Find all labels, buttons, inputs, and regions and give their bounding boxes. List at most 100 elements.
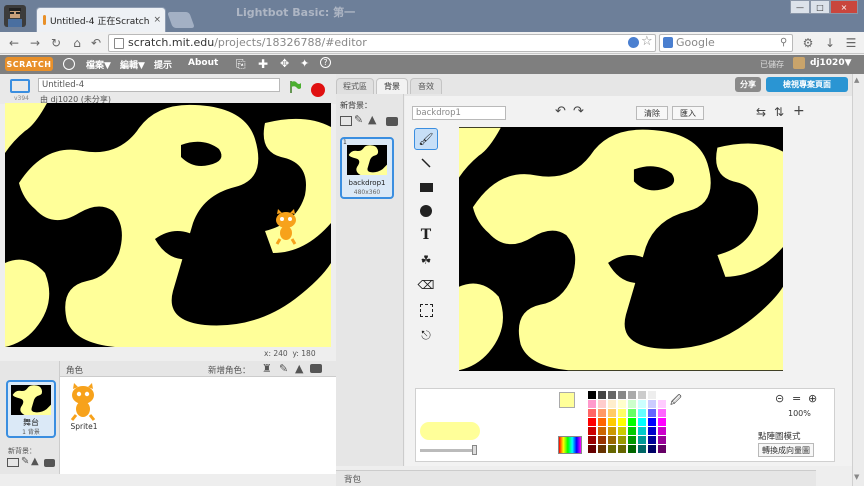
user-folder-icon[interactable] bbox=[793, 57, 805, 69]
zoom-in-icon[interactable]: ⊕ bbox=[808, 392, 817, 405]
camera-backdrop-icon[interactable] bbox=[44, 459, 55, 467]
palette-swatch[interactable] bbox=[658, 427, 666, 435]
set-costume-center-icon[interactable]: + bbox=[793, 103, 805, 119]
palette-swatch[interactable] bbox=[648, 400, 656, 408]
stop-button-icon[interactable] bbox=[311, 83, 325, 97]
green-flag-icon[interactable] bbox=[288, 80, 302, 94]
sprite1-thumbnail[interactable] bbox=[66, 383, 100, 421]
tab-scripts[interactable]: 程式區 bbox=[336, 78, 374, 94]
paint-canvas[interactable] bbox=[459, 127, 783, 371]
palette-swatch[interactable] bbox=[588, 400, 596, 408]
palette-swatch[interactable] bbox=[618, 409, 626, 417]
fullscreen-icon[interactable] bbox=[10, 79, 30, 93]
palette-swatch[interactable] bbox=[588, 427, 596, 435]
flip-vertical-icon[interactable]: ⇅ bbox=[774, 105, 784, 119]
palette-swatch[interactable] bbox=[598, 418, 606, 426]
palette-swatch[interactable] bbox=[618, 445, 626, 453]
palette-swatch[interactable] bbox=[618, 436, 626, 444]
bookmark-star-icon[interactable]: ☆ bbox=[641, 34, 653, 49]
brush-tool-icon[interactable]: 🖌 bbox=[414, 128, 438, 150]
paint-backdrop-icon[interactable]: ✎ bbox=[21, 456, 29, 467]
color-picker-spectrum[interactable] bbox=[558, 436, 582, 454]
tab-sounds[interactable]: 音效 bbox=[410, 78, 442, 94]
duplicate-tool-icon[interactable]: ⎘ bbox=[236, 57, 246, 72]
backpack-bar[interactable] bbox=[336, 470, 816, 486]
palette-swatch[interactable] bbox=[598, 409, 606, 417]
palette-swatch[interactable] bbox=[638, 436, 646, 444]
palette-swatch[interactable] bbox=[598, 427, 606, 435]
paint-sprite-icon[interactable]: ✎ bbox=[279, 362, 288, 375]
palette-swatch[interactable] bbox=[648, 409, 656, 417]
scroll-down-icon[interactable]: ▼ bbox=[854, 473, 859, 481]
text-tool-icon[interactable]: T bbox=[414, 224, 438, 246]
palette-swatch[interactable] bbox=[588, 391, 596, 399]
palette-swatch[interactable] bbox=[608, 409, 616, 417]
palette-swatch[interactable] bbox=[658, 436, 666, 444]
undo-icon[interactable]: ↶ bbox=[555, 104, 566, 119]
color-palette[interactable] bbox=[588, 391, 668, 457]
palette-swatch[interactable] bbox=[658, 445, 666, 453]
shrink-tool-icon[interactable]: ✦ bbox=[300, 57, 309, 70]
close-window-button[interactable]: × bbox=[830, 0, 858, 14]
stage-thumbnail[interactable]: 舞台 1 背景 bbox=[6, 380, 56, 438]
project-title-input[interactable]: Untitled-4 bbox=[38, 78, 280, 92]
palette-swatch[interactable] bbox=[638, 418, 646, 426]
backdrop-library-icon[interactable] bbox=[7, 458, 19, 467]
palette-swatch[interactable] bbox=[628, 427, 636, 435]
ellipse-tool-icon[interactable] bbox=[414, 200, 438, 222]
palette-swatch[interactable] bbox=[638, 391, 646, 399]
primary-color-swatch[interactable] bbox=[559, 392, 575, 408]
tab-close-icon[interactable]: × bbox=[153, 15, 161, 25]
palette-swatch[interactable] bbox=[618, 400, 626, 408]
palette-swatch[interactable] bbox=[618, 427, 626, 435]
zoom-reset-icon[interactable]: = bbox=[792, 392, 801, 405]
stamp-tool-icon[interactable]: ⎋ bbox=[414, 324, 438, 346]
palette-swatch[interactable] bbox=[658, 418, 666, 426]
undo-history-icon[interactable]: ↶ bbox=[88, 35, 104, 51]
menu-about[interactable]: About bbox=[188, 58, 218, 68]
palette-swatch[interactable] bbox=[588, 436, 596, 444]
palette-swatch[interactable] bbox=[628, 391, 636, 399]
back-arrow-icon[interactable]: ← bbox=[6, 35, 22, 51]
import-button[interactable]: 匯入 bbox=[672, 106, 704, 120]
convert-to-vector-button[interactable]: 轉換成向量圖 bbox=[758, 443, 814, 457]
scratch-logo[interactable]: SCRATCH bbox=[5, 57, 53, 71]
line-tool-icon[interactable] bbox=[414, 152, 438, 174]
brush-size-slider-handle[interactable] bbox=[472, 445, 477, 455]
page-scrollbar[interactable] bbox=[852, 74, 864, 486]
help-icon[interactable]: ? bbox=[320, 57, 331, 68]
palette-swatch[interactable] bbox=[608, 427, 616, 435]
reload-icon[interactable]: ↻ bbox=[48, 35, 64, 51]
palette-swatch[interactable] bbox=[588, 418, 596, 426]
palette-swatch[interactable] bbox=[638, 400, 646, 408]
camera-sprite-icon[interactable] bbox=[310, 364, 322, 373]
palette-swatch[interactable] bbox=[618, 391, 626, 399]
search-magnifier-icon[interactable]: ⚲ bbox=[780, 37, 787, 48]
palette-swatch[interactable] bbox=[648, 445, 656, 453]
user-menu[interactable]: dj1020▼ bbox=[810, 58, 852, 68]
browser-tab[interactable]: Untitled-4 正在Scratch × bbox=[36, 7, 166, 32]
brush-size-slider[interactable] bbox=[420, 449, 476, 452]
eyedropper-icon[interactable]: 🖉 bbox=[670, 392, 682, 411]
palette-swatch[interactable] bbox=[628, 400, 636, 408]
globe-icon[interactable] bbox=[63, 58, 75, 70]
palette-swatch[interactable] bbox=[658, 409, 666, 417]
menu-tips[interactable]: 提示 bbox=[154, 58, 172, 71]
zoom-out-icon[interactable]: ⊝ bbox=[775, 392, 784, 405]
palette-swatch[interactable] bbox=[618, 418, 626, 426]
palette-swatch[interactable] bbox=[628, 409, 636, 417]
upload-backdrop-file-icon[interactable]: ▲ bbox=[368, 113, 376, 126]
backdrop-name-input[interactable]: backdrop1 bbox=[412, 106, 506, 120]
palette-swatch[interactable] bbox=[598, 436, 606, 444]
extension-puzzle-icon[interactable]: ⚙ bbox=[800, 35, 816, 51]
upload-sprite-icon[interactable]: ▲ bbox=[295, 362, 303, 375]
download-icon[interactable]: ↓ bbox=[822, 35, 838, 51]
maximize-button[interactable]: □ bbox=[810, 0, 830, 14]
minimize-button[interactable]: — bbox=[790, 0, 810, 14]
palette-swatch[interactable] bbox=[638, 427, 646, 435]
palette-swatch[interactable] bbox=[648, 427, 656, 435]
menu-icon[interactable]: ☰ bbox=[843, 35, 859, 51]
palette-swatch[interactable] bbox=[658, 391, 666, 399]
palette-swatch[interactable] bbox=[628, 436, 636, 444]
delete-tool-icon[interactable]: ✚ bbox=[258, 57, 268, 71]
